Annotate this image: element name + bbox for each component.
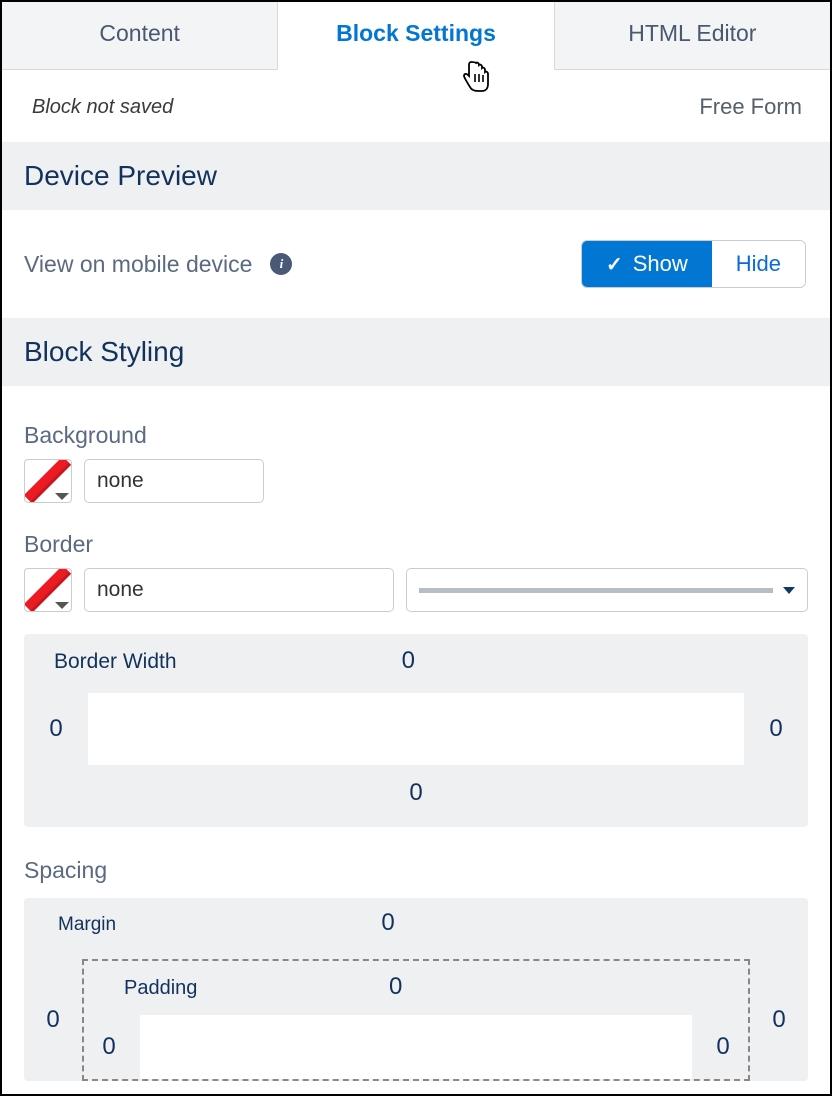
section-device-preview: Device Preview bbox=[2, 142, 830, 210]
border-style-preview bbox=[419, 588, 773, 593]
tab-content[interactable]: Content bbox=[2, 2, 277, 70]
border-width-right[interactable]: 0 bbox=[762, 715, 790, 743]
background-color-swatch[interactable] bbox=[24, 459, 72, 503]
hide-label: Hide bbox=[736, 251, 781, 277]
spacing-editor: Margin 0 0 Padding 0 0 0 bbox=[24, 898, 808, 1081]
free-form-label: Free Form bbox=[699, 94, 802, 120]
border-color-input[interactable] bbox=[84, 568, 394, 612]
show-hide-toggle: Show Hide bbox=[581, 240, 806, 288]
border-label: Border bbox=[24, 531, 808, 558]
border-width-bottom[interactable]: 0 bbox=[42, 779, 790, 807]
status-row: Block not saved Free Form bbox=[2, 70, 830, 142]
border-width-editor: Border Width 0 0 0 0 bbox=[24, 634, 808, 827]
hide-button[interactable]: Hide bbox=[712, 241, 805, 287]
background-label: Background bbox=[24, 422, 808, 449]
padding-right-value[interactable]: 0 bbox=[712, 1033, 734, 1061]
border-width-top[interactable]: 0 bbox=[47, 647, 770, 675]
show-button[interactable]: Show bbox=[582, 241, 712, 287]
chevron-down-icon bbox=[783, 587, 795, 594]
section-block-styling: Block Styling bbox=[2, 318, 830, 386]
info-icon[interactable]: i bbox=[270, 253, 292, 275]
border-width-left[interactable]: 0 bbox=[42, 715, 70, 743]
block-not-saved-label: Block not saved bbox=[32, 96, 173, 119]
check-icon bbox=[606, 251, 623, 277]
padding-preview bbox=[140, 1015, 692, 1079]
tab-block-settings[interactable]: Block Settings bbox=[277, 2, 554, 70]
mobile-device-label: View on mobile device bbox=[24, 251, 252, 278]
spacing-label: Spacing bbox=[24, 857, 808, 884]
padding-top-value[interactable]: 0 bbox=[77, 973, 714, 1001]
background-color-input[interactable] bbox=[84, 459, 264, 503]
margin-right-value[interactable]: 0 bbox=[768, 1006, 790, 1034]
margin-top-value[interactable]: 0 bbox=[6, 909, 770, 937]
tab-html-editor[interactable]: HTML Editor bbox=[555, 2, 830, 70]
border-width-preview bbox=[88, 693, 744, 765]
margin-left-value[interactable]: 0 bbox=[42, 1006, 64, 1034]
border-style-select[interactable] bbox=[406, 568, 808, 612]
mobile-preview-row: View on mobile device i Show Hide bbox=[2, 210, 830, 318]
tab-bar: Content Block Settings HTML Editor bbox=[2, 2, 830, 70]
show-label: Show bbox=[633, 251, 688, 277]
border-color-swatch[interactable] bbox=[24, 568, 72, 612]
padding-box: Padding 0 0 0 bbox=[82, 959, 750, 1081]
padding-left-value[interactable]: 0 bbox=[98, 1033, 120, 1061]
